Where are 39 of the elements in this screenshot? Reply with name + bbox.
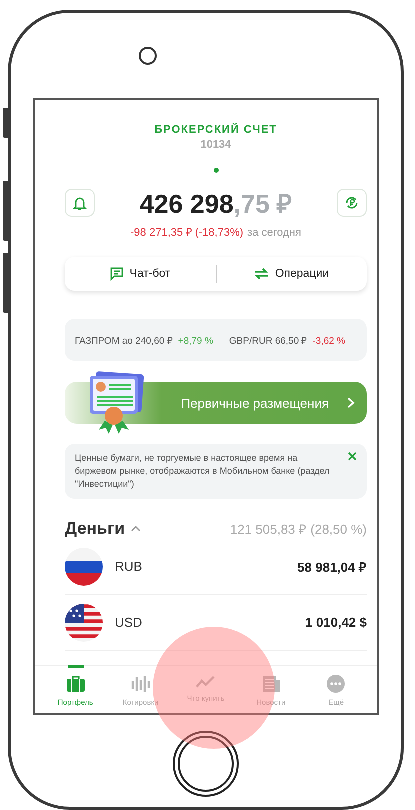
page-indicator [214,168,218,173]
close-button[interactable] [348,452,357,461]
currency-code: USD [115,615,144,630]
chatbot-button[interactable]: Чат-бот [65,267,216,281]
notice-text: Ценные бумаги, не торгуемые в настоящее время на биржевом рынке, отображаются в Мобильном банке (раздел "Инвестиции") [75,452,331,491]
tab-indicator [68,665,84,668]
ticker-name: GBP/RUR 66,50 ₽ [229,334,308,346]
ticker-change: +8,79 % [178,336,214,346]
certificate-drawing [87,371,145,435]
ticker-change: -3,62 % [312,336,346,346]
bell-button[interactable] [65,189,95,217]
change-period: за сегодня [248,227,302,239]
section-total: 121 505,83 ₽ (28,50 %) [230,521,367,538]
ruble-cycle-icon [344,195,360,211]
operations-button[interactable]: Операции [216,268,367,280]
section-title: Деньги [65,519,126,539]
chevron-right-icon [347,397,355,409]
bars-icon [130,675,151,693]
briefcase-icon [66,675,86,693]
daily-change: -98 271,35 ₽ (-18,73%) [130,226,244,239]
currency-code: RUB [115,559,144,574]
account-title: БРОКЕРСКИЙ СЧЕТ [154,124,278,136]
currency-button[interactable] [336,189,367,217]
more-dots-icon [327,675,346,693]
currency-amount: 1 010,42 $ [306,615,367,630]
currency-amount: 58 981,04 ₽ [298,558,367,576]
newspaper-icon [261,675,282,693]
account-number: 10134 [200,139,232,151]
balance-amount: 426 298,75 ₽ [140,188,292,221]
trend-line-icon [196,675,216,689]
bell-icon [73,196,87,210]
camera-icon [139,46,157,64]
us-flag-icon [65,604,103,642]
home-button[interactable] [173,731,239,797]
transfer-arrows-icon [254,268,270,280]
close-icon [348,452,357,461]
russian-flag-icon [65,548,103,586]
chat-icon [110,267,124,281]
ticker-name: ГАЗПРОМ ао 240,60 ₽ [75,334,174,346]
